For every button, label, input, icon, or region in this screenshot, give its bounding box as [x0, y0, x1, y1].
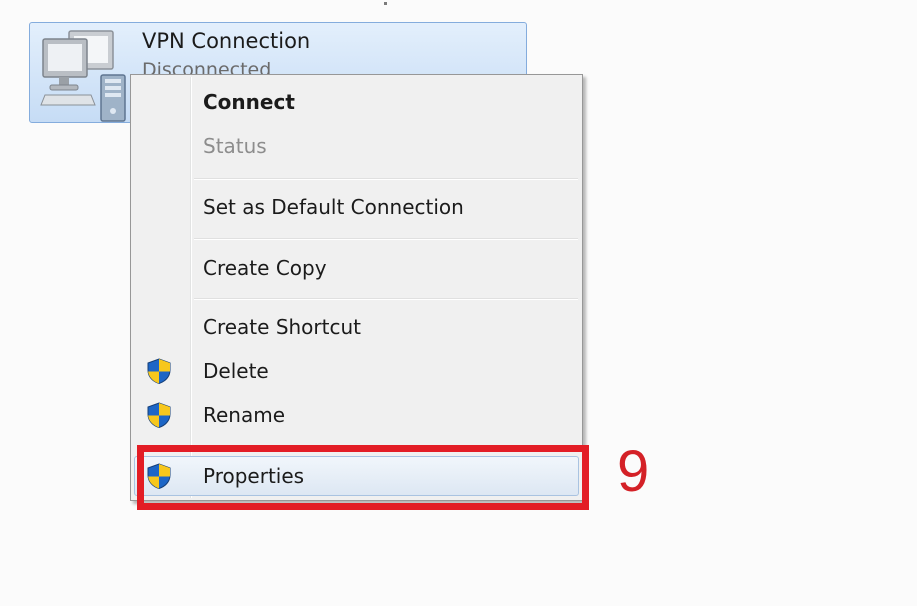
- connection-name: VPN Connection: [142, 29, 311, 53]
- menu-item-set-default-connection[interactable]: Set as Default Connection: [134, 187, 579, 227]
- menu-item-status: Status: [134, 126, 579, 166]
- menu-separator: [194, 238, 578, 240]
- annotation-step-number: 9: [617, 439, 650, 504]
- top-tick-mark: [384, 2, 387, 5]
- context-menu: Connect Status Set as Default Connection…: [130, 74, 583, 501]
- menu-item-create-shortcut[interactable]: Create Shortcut: [134, 307, 579, 347]
- menu-item-create-copy[interactable]: Create Copy: [134, 248, 579, 288]
- uac-shield-icon: [147, 402, 171, 429]
- uac-shield-icon: [147, 358, 171, 385]
- menu-item-delete[interactable]: Delete: [134, 351, 579, 391]
- menu-item-label: Delete: [203, 359, 269, 383]
- menu-item-label: Create Copy: [203, 256, 327, 280]
- annotation-highlight-box: [137, 445, 589, 510]
- menu-item-connect[interactable]: Connect: [134, 82, 579, 122]
- menu-item-label: Status: [203, 134, 267, 158]
- menu-item-label: Create Shortcut: [203, 315, 361, 339]
- menu-item-rename[interactable]: Rename: [134, 395, 579, 435]
- menu-separator: [194, 298, 578, 300]
- menu-separator: [194, 178, 578, 180]
- network-computer-icon: [40, 30, 126, 122]
- menu-item-label: Connect: [203, 90, 295, 114]
- menu-item-label: Rename: [203, 403, 286, 427]
- menu-item-label: Set as Default Connection: [203, 195, 464, 219]
